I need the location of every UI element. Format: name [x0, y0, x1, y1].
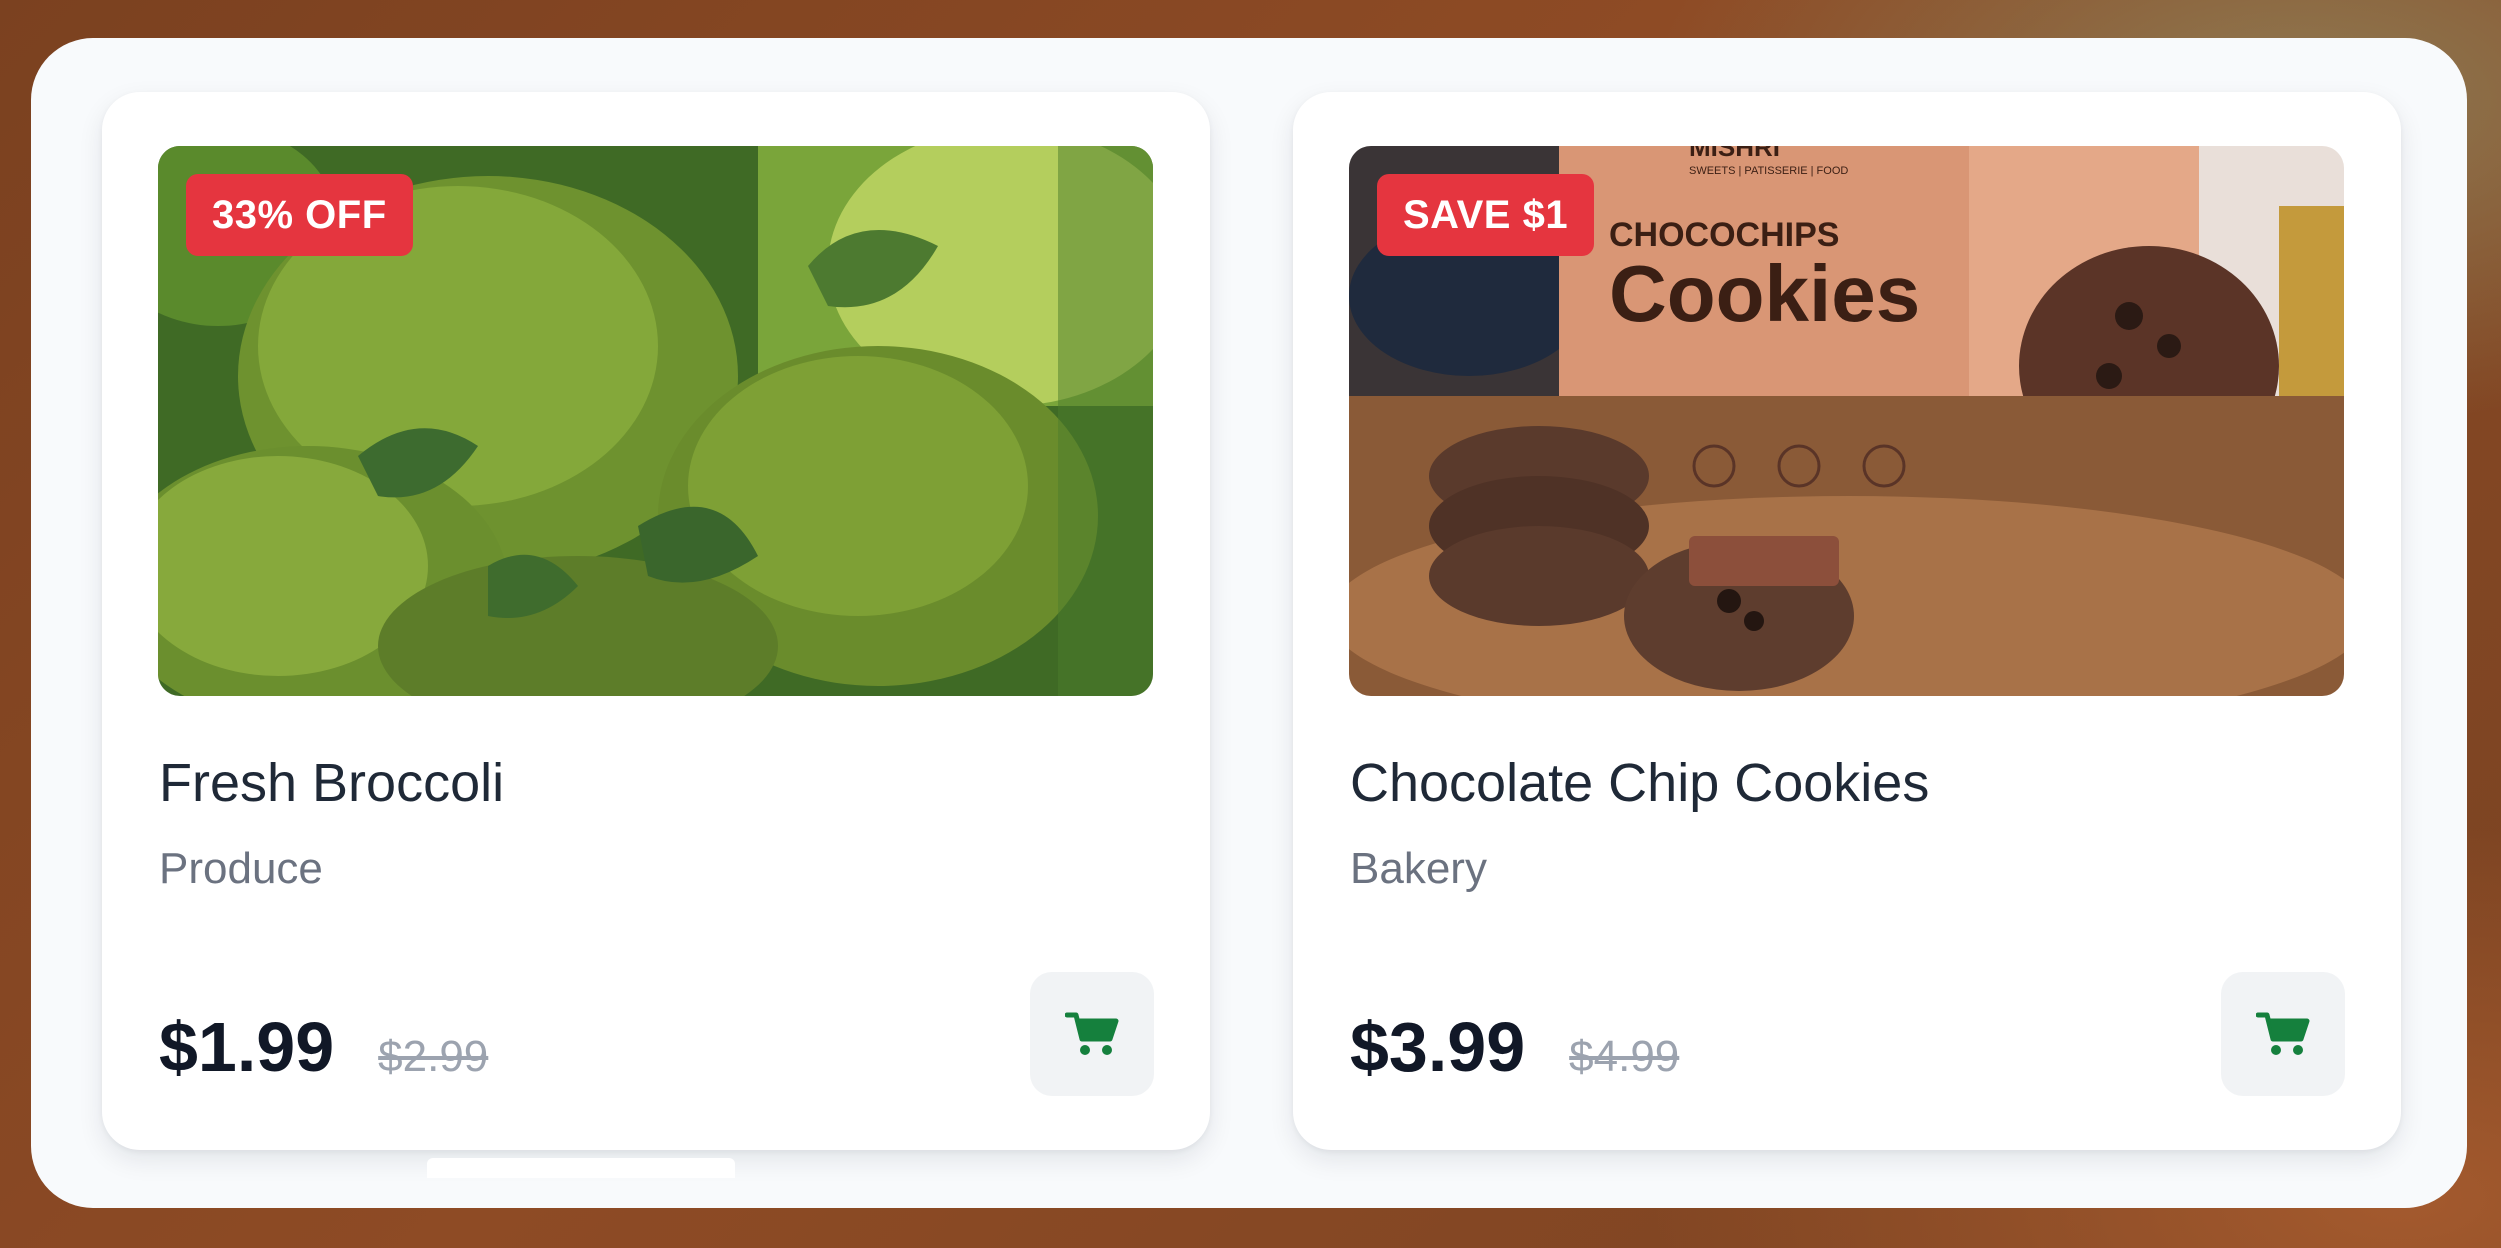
product-image-cookies: CHOCOCHIPS Cookies MISHRI SWEETS | PATIS…: [1349, 146, 2344, 696]
add-to-cart-button[interactable]: [2221, 972, 2345, 1096]
box-text-line2: Cookies: [1609, 249, 1920, 338]
product-category: Bakery: [1350, 844, 1487, 893]
product-name: Chocolate Chip Cookies: [1350, 753, 1930, 813]
discount-badge: SAVE $1: [1377, 174, 1595, 256]
shopping-cart-icon: [2256, 1012, 2310, 1055]
product-card[interactable]: 33% OFF Fresh Broccoli Produce $1.99 $2.…: [102, 92, 1210, 1150]
price-row: $3.99 $4.99: [1350, 1007, 1679, 1087]
price-current: $1.99: [159, 1008, 335, 1086]
box-brand: MISHRI: [1689, 146, 1780, 162]
product-panel: 33% OFF Fresh Broccoli Produce $1.99 $2.…: [31, 38, 2467, 1208]
price-original: $4.99: [1569, 1032, 1680, 1081]
product-image-broccoli: 33% OFF: [158, 146, 1153, 696]
price-original: $2.99: [378, 1032, 489, 1081]
product-category: Produce: [159, 844, 323, 893]
product-name: Fresh Broccoli: [159, 753, 505, 813]
price-current: $3.99: [1350, 1008, 1526, 1086]
partial-card-edge: [427, 1158, 735, 1178]
price-row: $1.99 $2.99: [159, 1007, 488, 1087]
add-to-cart-button[interactable]: [1030, 972, 1154, 1096]
shopping-cart-icon: [1065, 1012, 1119, 1055]
discount-badge: 33% OFF: [186, 174, 413, 256]
product-card[interactable]: CHOCOCHIPS Cookies MISHRI SWEETS | PATIS…: [1293, 92, 2401, 1150]
box-tagline: SWEETS | PATISSERIE | FOOD: [1689, 165, 1848, 177]
